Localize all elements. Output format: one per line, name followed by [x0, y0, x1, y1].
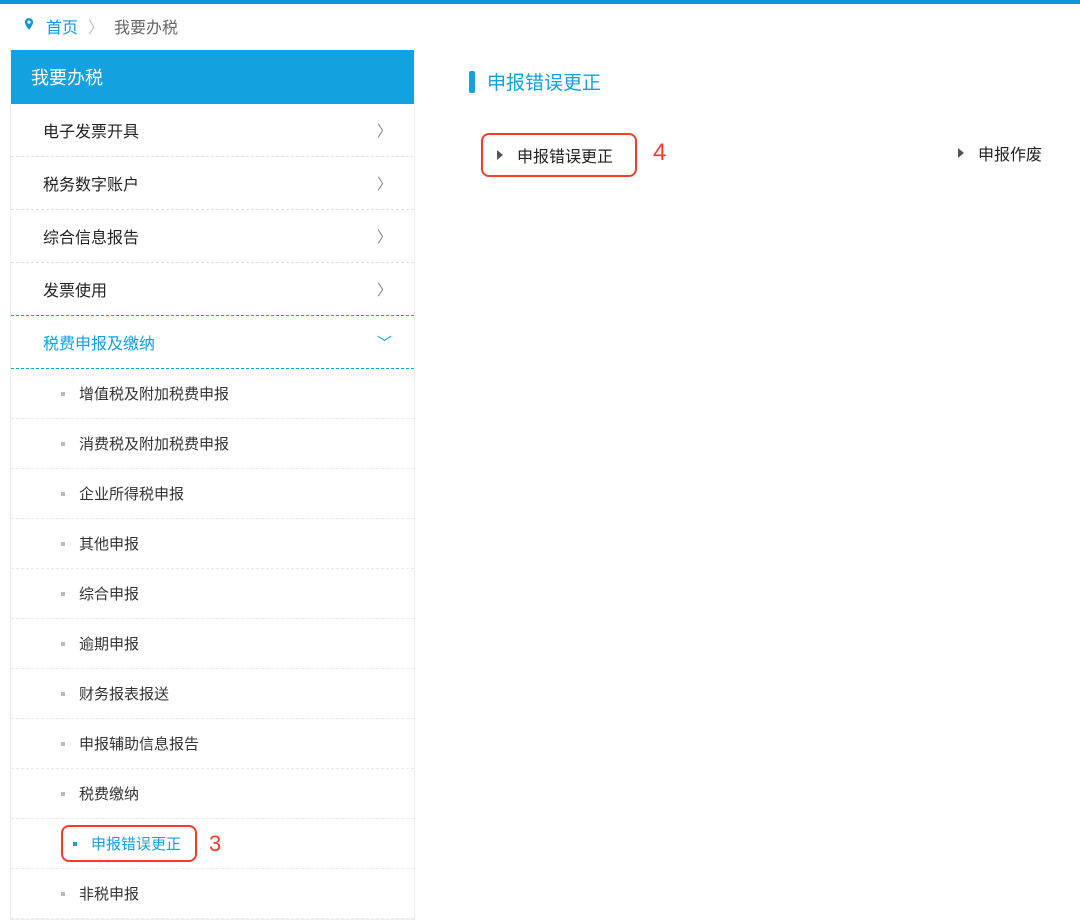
sidebar: 我要办税 电子发票开具 〉 税务数字账户 〉 综合信息报告 〉 发票使用 〉 税… [10, 50, 415, 920]
card-correction[interactable]: 申报错误更正 [481, 133, 637, 177]
card-void[interactable]: 申报作废 [940, 133, 1060, 173]
bullet-icon [73, 842, 77, 846]
sidebar-sub-label: 综合申报 [79, 583, 139, 604]
highlight-annotation: 申报错误更正 [61, 825, 197, 862]
sidebar-sub-label: 税费缴纳 [79, 783, 139, 804]
sidebar-sub-comprehensive[interactable]: 综合申报 [11, 569, 414, 619]
sidebar-sub-financial[interactable]: 财务报表报送 [11, 669, 414, 719]
location-icon [22, 15, 36, 38]
section-title-text: 申报错误更正 [487, 68, 601, 95]
sidebar-sub-aux-report[interactable]: 申报辅助信息报告 [11, 719, 414, 769]
sidebar-sub-consumption[interactable]: 消费税及附加税费申报 [11, 419, 414, 469]
sidebar-item-einvoice[interactable]: 电子发票开具 〉 [11, 104, 414, 157]
breadcrumb: 首页 〉 我要办税 [0, 4, 1080, 50]
sidebar-sub-payment[interactable]: 税费缴纳 [11, 769, 414, 819]
title-accent-bar [469, 71, 475, 93]
chevron-down-icon: ﹀ [377, 332, 392, 353]
sidebar-item-digital-account[interactable]: 税务数字账户 〉 [11, 157, 414, 210]
bullet-icon [61, 692, 65, 696]
sidebar-item-label: 电子发票开具 [43, 118, 139, 142]
sidebar-sub-correction[interactable]: 申报错误更正 3 [11, 819, 414, 869]
sidebar-item-label: 税费申报及缴纳 [43, 330, 155, 354]
sidebar-sub-overdue[interactable]: 逾期申报 [11, 619, 414, 669]
bullet-icon [61, 592, 65, 596]
breadcrumb-home[interactable]: 首页 [46, 14, 78, 38]
card-label: 申报错误更正 [517, 143, 613, 167]
sidebar-sub-label: 增值税及附加税费申报 [79, 383, 229, 404]
bullet-icon [61, 742, 65, 746]
bullet-icon [61, 542, 65, 546]
annotation-number: 4 [653, 139, 666, 167]
chevron-right-icon: 〉 [377, 226, 392, 247]
main-content: 申报错误更正 申报错误更正 4 申报作废 [415, 50, 1070, 177]
bullet-icon [61, 492, 65, 496]
sidebar-sub-label: 申报辅助信息报告 [79, 733, 199, 754]
triangle-right-icon [958, 148, 964, 158]
breadcrumb-sep: 〉 [88, 14, 104, 38]
section-title: 申报错误更正 [469, 68, 1060, 95]
sidebar-item-info-report[interactable]: 综合信息报告 〉 [11, 210, 414, 263]
sidebar-sub-label: 非税申报 [79, 883, 139, 904]
sidebar-header: 我要办税 [11, 50, 414, 104]
sidebar-item-tax-declare[interactable]: 税费申报及缴纳 ﹀ [11, 315, 414, 369]
bullet-icon [61, 642, 65, 646]
bullet-icon [61, 892, 65, 896]
chevron-right-icon: 〉 [377, 173, 392, 194]
sidebar-sub-label: 企业所得税申报 [79, 483, 184, 504]
sidebar-sub-label: 财务报表报送 [79, 683, 169, 704]
chevron-right-icon: 〉 [377, 120, 392, 141]
triangle-right-icon [497, 150, 503, 160]
card-label: 申报作废 [978, 141, 1042, 165]
bullet-icon [61, 792, 65, 796]
chevron-right-icon: 〉 [377, 279, 392, 300]
bullet-icon [61, 442, 65, 446]
breadcrumb-current: 我要办税 [114, 14, 178, 38]
sidebar-sub-label: 其他申报 [79, 533, 139, 554]
sidebar-item-invoice-use[interactable]: 发票使用 〉 [11, 263, 414, 316]
sidebar-item-label: 发票使用 [43, 277, 107, 301]
sidebar-sub-vat[interactable]: 增值税及附加税费申报 [11, 369, 414, 419]
bullet-icon [61, 392, 65, 396]
sidebar-sub-other[interactable]: 其他申报 [11, 519, 414, 569]
annotation-number: 3 [209, 831, 221, 857]
sidebar-sub-corp-income[interactable]: 企业所得税申报 [11, 469, 414, 519]
sidebar-sub-nontax[interactable]: 非税申报 [11, 869, 414, 919]
sidebar-sub-label: 申报错误更正 [91, 833, 181, 854]
sidebar-sub-label: 逾期申报 [79, 633, 139, 654]
sidebar-item-label: 税务数字账户 [43, 171, 139, 195]
sidebar-item-label: 综合信息报告 [43, 224, 139, 248]
sidebar-sub-label: 消费税及附加税费申报 [79, 433, 229, 454]
